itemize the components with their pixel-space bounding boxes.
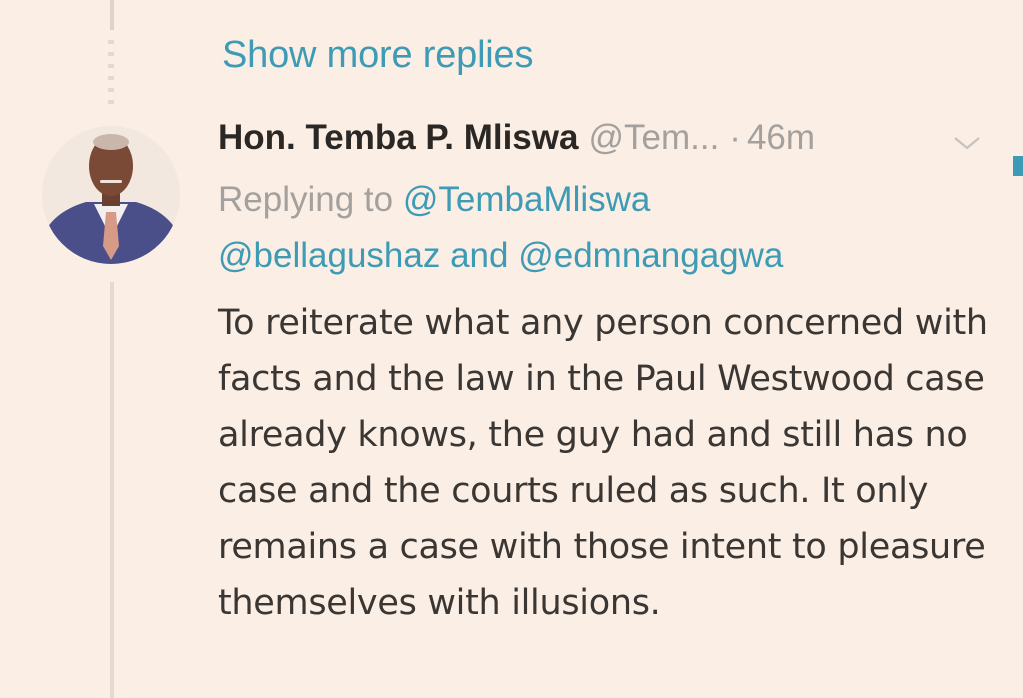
mention-link[interactable]: @bellagushaz <box>218 236 440 275</box>
chevron-down-icon[interactable] <box>952 134 982 152</box>
and-label: and <box>450 236 509 275</box>
author-handle[interactable]: @Tem... <box>588 118 719 158</box>
tweet-text: To reiterate what any person concerned w… <box>218 303 988 623</box>
tweet-header: Hon. Temba P. Mliswa @Tem... · 46m <box>218 118 815 164</box>
replying-to-line-2: @bellagushaz and @edmnangagwa <box>218 236 783 276</box>
thread-line <box>110 0 114 30</box>
profile-photo-icon <box>42 126 180 264</box>
avatar[interactable] <box>42 126 180 264</box>
mention-link[interactable]: @TembaMliswa <box>403 180 651 219</box>
scrollbar-indicator[interactable] <box>1013 156 1023 176</box>
separator-dot: · <box>729 118 741 157</box>
replying-to-line: Replying to @TembaMliswa <box>218 180 650 220</box>
thread-line-gap <box>108 40 114 106</box>
replying-to-label: Replying to <box>218 180 394 219</box>
mention-link[interactable]: @edmnangagwa <box>518 236 783 275</box>
author-name[interactable]: Hon. Temba P. Mliswa <box>218 118 578 158</box>
timestamp[interactable]: 46m <box>747 118 815 158</box>
thread-line <box>110 282 114 698</box>
show-more-replies-link[interactable]: Show more replies <box>222 34 533 77</box>
